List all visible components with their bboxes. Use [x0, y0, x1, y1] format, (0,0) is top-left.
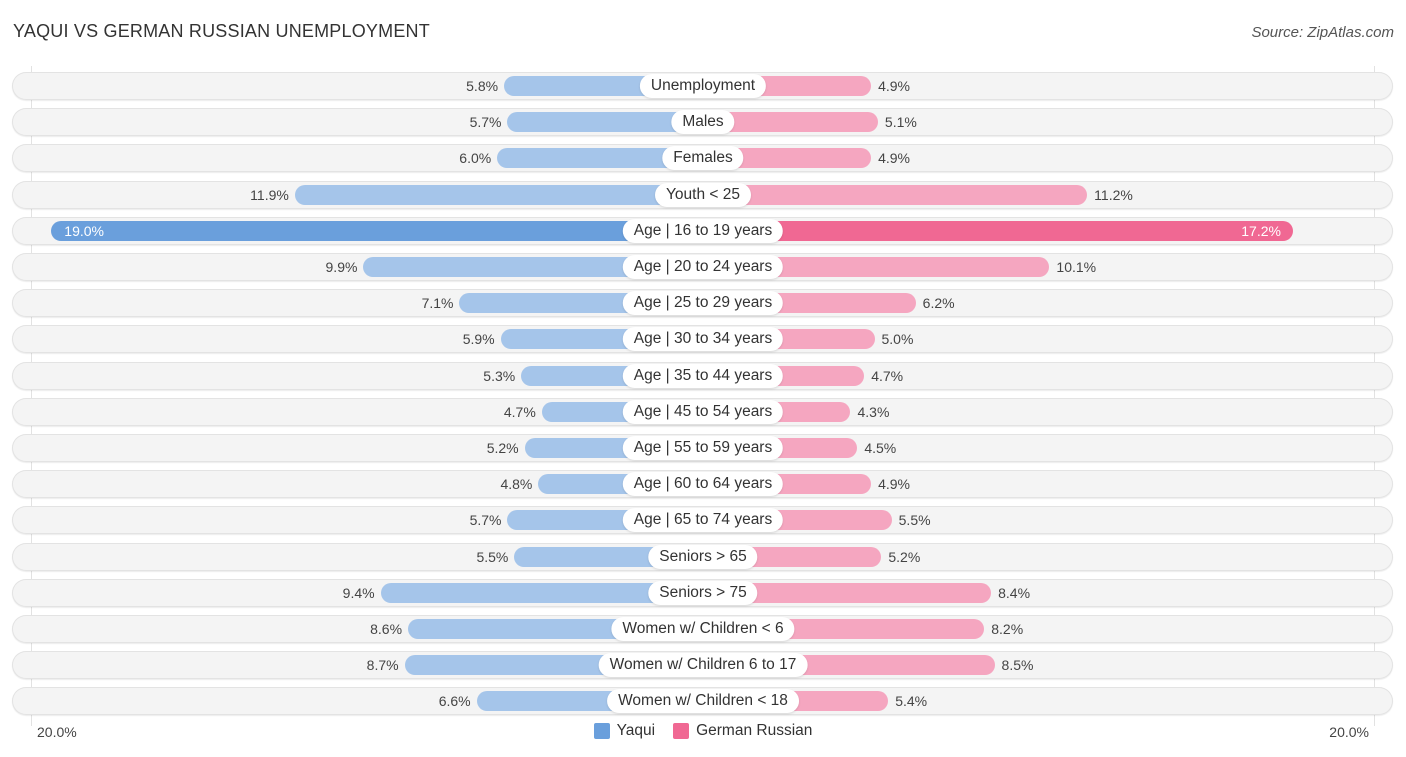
bar-yaqui[interactable] — [294, 184, 703, 205]
value-label-yaqui: 11.9% — [250, 186, 289, 203]
value-label-german-russian: 4.5% — [864, 440, 897, 456]
category-label: Females — [662, 146, 744, 171]
value-label-german-russian: 5.2% — [888, 548, 921, 565]
value-label-german-russian: 4.9% — [878, 476, 910, 493]
category-label: Age | 65 to 74 years — [622, 508, 784, 533]
category-label: Age | 35 to 44 years — [622, 363, 784, 388]
value-label-yaqui: 5.9% — [462, 331, 495, 348]
value-label-german-russian: 4.3% — [857, 403, 890, 420]
legend-item-german-russian[interactable]: German Russian — [673, 722, 812, 740]
value-label-german-russian: 4.9% — [878, 78, 910, 94]
value-label-german-russian: 4.7% — [871, 367, 904, 384]
value-label-yaqui: 9.4% — [342, 584, 375, 601]
value-label-german-russian: 8.5% — [1001, 657, 1034, 674]
category-label: Age | 55 to 59 years — [622, 436, 784, 460]
value-label-yaqui: 5.8% — [466, 78, 499, 94]
value-label-german-russian: 5.1% — [884, 114, 917, 131]
value-label-yaqui: 4.8% — [500, 476, 533, 493]
value-label-german-russian: 4.9% — [878, 150, 910, 167]
bar-yaqui[interactable] — [51, 220, 703, 241]
source-note: Source: ZipAtlas.com — [1251, 24, 1394, 41]
value-label-german-russian: 8.2% — [991, 621, 1024, 637]
bar-german-russian[interactable] — [703, 184, 1088, 205]
value-label-yaqui: 6.0% — [459, 150, 492, 167]
value-label-german-russian: 6.2% — [922, 295, 955, 312]
value-label-german-russian: 8.4% — [998, 584, 1031, 601]
value-label-yaqui: 5.2% — [486, 440, 519, 456]
legend-label-german-russian: German Russian — [696, 722, 813, 739]
value-label-yaqui: 9.9% — [325, 259, 358, 275]
value-label-yaqui: 8.6% — [370, 621, 403, 637]
category-label: Age | 60 to 64 years — [622, 472, 784, 497]
bar-german-russian[interactable] — [703, 220, 1293, 241]
legend-label-yaqui: Yaqui — [616, 722, 656, 739]
value-label-yaqui: 8.7% — [366, 657, 399, 674]
value-label-yaqui: 5.7% — [469, 114, 502, 131]
category-label: Women w/ Children 6 to 17 — [598, 653, 808, 678]
category-label: Youth < 25 — [655, 182, 751, 207]
category-label: Women w/ Children < 6 — [611, 617, 795, 641]
category-label: Age | 20 to 24 years — [622, 255, 784, 279]
value-label-german-russian: 5.0% — [881, 331, 914, 348]
category-label: Women w/ Children < 18 — [607, 689, 799, 714]
value-label-german-russian: 5.4% — [895, 693, 928, 710]
legend-swatch-yaqui — [593, 723, 610, 739]
category-label: Age | 25 to 29 years — [622, 291, 784, 316]
value-label-german-russian: 17.2% — [1241, 222, 1281, 239]
legend: Yaqui German Russian — [0, 722, 1406, 740]
value-label-yaqui: 7.1% — [421, 295, 454, 312]
value-label-german-russian: 5.5% — [898, 512, 931, 529]
category-label: Seniors > 65 — [648, 544, 758, 569]
category-label: Seniors > 75 — [648, 580, 758, 605]
category-label: Age | 30 to 34 years — [622, 327, 784, 352]
chart-title: YAQUI VS GERMAN RUSSIAN UNEMPLOYMENT — [13, 21, 430, 41]
category-label: Unemployment — [639, 74, 767, 98]
value-label-yaqui: 6.6% — [438, 693, 471, 710]
value-label-yaqui: 19.0% — [64, 222, 104, 239]
category-label: Age | 16 to 19 years — [622, 218, 784, 243]
value-label-yaqui: 4.7% — [503, 403, 536, 420]
value-label-yaqui: 5.3% — [483, 367, 516, 384]
category-label: Males — [671, 110, 735, 135]
value-label-german-russian: 11.2% — [1094, 186, 1133, 203]
value-label-yaqui: 5.5% — [476, 548, 509, 565]
legend-swatch-german-russian — [673, 723, 690, 739]
value-label-german-russian: 10.1% — [1056, 259, 1097, 275]
value-label-yaqui: 5.7% — [469, 512, 502, 529]
legend-item-yaqui[interactable]: Yaqui — [593, 722, 656, 740]
category-label: Age | 45 to 54 years — [622, 399, 784, 424]
